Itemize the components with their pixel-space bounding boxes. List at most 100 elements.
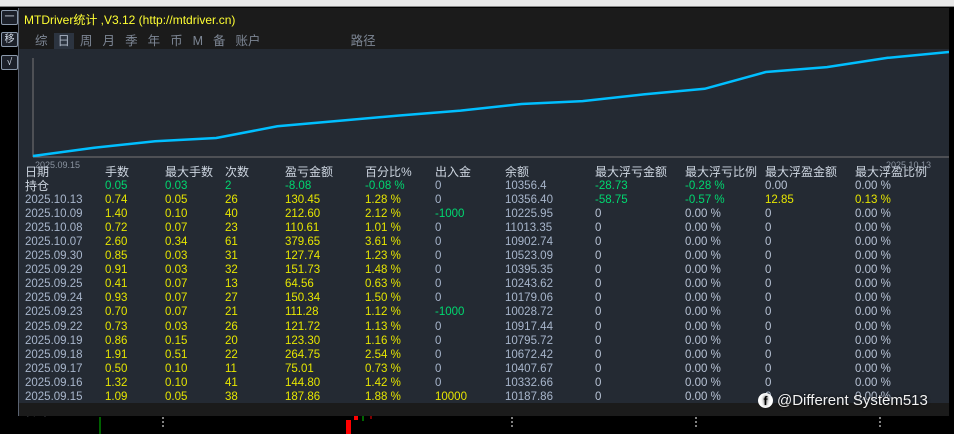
- cell-百分比%: 1.13 %: [365, 320, 401, 333]
- cell-手数: 0.05: [105, 180, 128, 192]
- cell-百分比%: 1.23 %: [365, 250, 401, 263]
- cell-百分比%: 1.48 %: [365, 264, 401, 277]
- tab-10[interactable]: 路径: [347, 33, 380, 49]
- cell-最大浮亏比例: 0.00 %: [685, 334, 721, 347]
- cell-日期: 2025.09.25: [25, 278, 83, 291]
- cell-最大浮盈金额: 0: [765, 222, 772, 235]
- equity-point: [93, 146, 95, 149]
- cell-手数: 2.60: [105, 236, 128, 249]
- cell-最大手数: 0.03: [165, 320, 188, 333]
- cell-百分比%: 1.88 %: [365, 390, 401, 403]
- tab-1[interactable]: 日: [53, 33, 75, 49]
- cell-出入金: 0: [435, 236, 442, 249]
- cell-日期: 2025.10.09: [25, 208, 83, 221]
- cell-盈亏金额: 127.74: [285, 250, 321, 263]
- cell-手数: 1.91: [105, 348, 128, 361]
- cell-最大手数: 最大手数: [165, 165, 214, 179]
- cell-日期: 2025.09.16: [25, 376, 83, 389]
- cell-手数: 0.50: [105, 362, 128, 375]
- cell-最大浮亏金额: 0: [595, 222, 602, 235]
- cell-最大浮盈金额: 0: [765, 306, 772, 319]
- cell-日期: 2025.09.19: [25, 334, 83, 347]
- cell-次数: 31: [225, 250, 238, 263]
- tab-5[interactable]: 年: [144, 33, 165, 49]
- cell-盈亏金额: 123.30: [285, 334, 321, 347]
- tab-3[interactable]: 月: [99, 33, 120, 49]
- cell-最大浮亏比例: 最大浮亏比例: [685, 165, 758, 179]
- cell-最大手数: 0.10: [165, 376, 188, 389]
- cell-最大浮盈比例: 0.00 %: [855, 320, 891, 333]
- table-row: 2025.09.23 0.70 0.07 21 111.28 1.12 % -1000 100…: [19, 305, 949, 319]
- table-row: 2025.09.19 0.86 0.15 20 123.30 1.16 % 0 10795.7…: [19, 334, 949, 348]
- cell-最大手数: 0.03: [165, 250, 188, 263]
- cell-次数: 次数: [225, 165, 250, 179]
- equity-point: [459, 109, 462, 112]
- cell-最大手数: 0.10: [165, 362, 188, 375]
- move-button[interactable]: 移: [1, 32, 18, 47]
- cell-最大浮盈金额: 0: [765, 334, 772, 347]
- cell-余额: 10917.44: [505, 320, 553, 333]
- cell-最大浮亏比例: 0.00 %: [685, 390, 721, 403]
- cell-最大浮盈比例: 最大浮盈比例: [855, 165, 928, 179]
- cell-最大浮亏金额: 0: [595, 264, 602, 277]
- cell-最大浮亏比例: 0.00 %: [685, 264, 721, 277]
- table-row: 2025.10.09 1.40 0.10 40 212.60 2.12 % -1000 102…: [19, 207, 949, 221]
- tab-2[interactable]: 周: [76, 33, 97, 49]
- cell-最大浮亏金额: 0: [595, 334, 602, 347]
- table-row: 2025.09.29 0.91 0.03 32 151.73 1.48 % 0 10395.3…: [19, 263, 949, 277]
- cell-余额: 10179.06: [505, 292, 553, 305]
- cell-次数: 26: [225, 320, 238, 333]
- cell-盈亏金额: 379.65: [285, 236, 321, 249]
- cell-日期: 2025.10.07: [25, 236, 83, 249]
- tab-7[interactable]: M: [189, 33, 207, 49]
- cell-最大浮盈比例: 0.00 %: [855, 180, 891, 192]
- cell-盈亏金额: 150.34: [285, 292, 321, 305]
- terminal-toolbar: [0, 0, 954, 7]
- table-row: 2025.10.07 2.60 0.34 61 379.65 3.61 % 0 10902.7…: [19, 235, 949, 249]
- cell-日期: 2025.10.13: [25, 194, 83, 207]
- cell-最大手数: 0.07: [165, 292, 188, 305]
- cell-最大浮亏比例: 0.00 %: [685, 306, 721, 319]
- tab-bar: 综日周月季年币 M 备账户 路径: [31, 33, 382, 49]
- tab-9[interactable]: 账户: [232, 33, 265, 49]
- cell-余额: 10902.74: [505, 236, 553, 249]
- cell-最大浮盈比例: 0.00 %: [855, 250, 891, 263]
- cell-余额: 10028.72: [505, 306, 553, 319]
- cell-最大浮亏比例: 0.00 %: [685, 376, 721, 389]
- minimize-button[interactable]: 一: [1, 10, 18, 25]
- cell-盈亏金额: 盈亏金额: [285, 165, 334, 179]
- cell-最大浮盈比例: 0.00 %: [855, 376, 891, 389]
- cell-出入金: 出入金: [435, 165, 472, 179]
- cell-盈亏金额: 121.72: [285, 320, 321, 333]
- cell-余额: 10795.72: [505, 334, 553, 347]
- cell-百分比%: 1.12 %: [365, 306, 401, 319]
- cell-最大手数: 0.15: [165, 334, 188, 347]
- cell-余额: 10356.4: [505, 180, 547, 192]
- check-button[interactable]: √: [1, 55, 18, 70]
- cell-手数: 0.85: [105, 250, 128, 263]
- cell-出入金: 10000: [435, 390, 467, 403]
- tab-6[interactable]: 币: [166, 33, 187, 49]
- cell-最大浮盈金额: 0: [765, 292, 772, 305]
- cell-余额: 10407.67: [505, 362, 553, 375]
- table-row: 2025.09.25 0.41 0.07 13 64.56 0.63 % 0 10243.62…: [19, 277, 949, 291]
- cell-最大浮盈比例: 0.00 %: [855, 222, 891, 235]
- tab-0[interactable]: 综: [31, 33, 52, 49]
- cell-手数: 1.40: [105, 208, 128, 221]
- cell-最大浮盈比例: 0.00 %: [855, 292, 891, 305]
- facebook-icon: f: [758, 393, 773, 408]
- cell-出入金: 0: [435, 362, 442, 375]
- table-row: 2025.10.08 0.72 0.07 23 110.61 1.01 % 0 11013.3…: [19, 221, 949, 235]
- candle: [346, 420, 351, 434]
- equity-point: [398, 114, 401, 117]
- cell-最大手数: 0.05: [165, 194, 188, 207]
- cell-出入金: 0: [435, 278, 442, 291]
- tab-4[interactable]: 季: [121, 33, 142, 49]
- tab-8[interactable]: 备: [209, 33, 230, 49]
- cell-最大浮盈金额: 0: [765, 250, 772, 263]
- equity-point: [703, 87, 706, 90]
- cell-百分比%: 0.63 %: [365, 278, 401, 291]
- table-row: 2025.09.24 0.93 0.07 27 150.34 1.50 % 0 10179.0…: [19, 291, 949, 305]
- cell-最大浮盈金额: 0: [765, 348, 772, 361]
- cell-百分比%: 百分比%: [365, 165, 412, 179]
